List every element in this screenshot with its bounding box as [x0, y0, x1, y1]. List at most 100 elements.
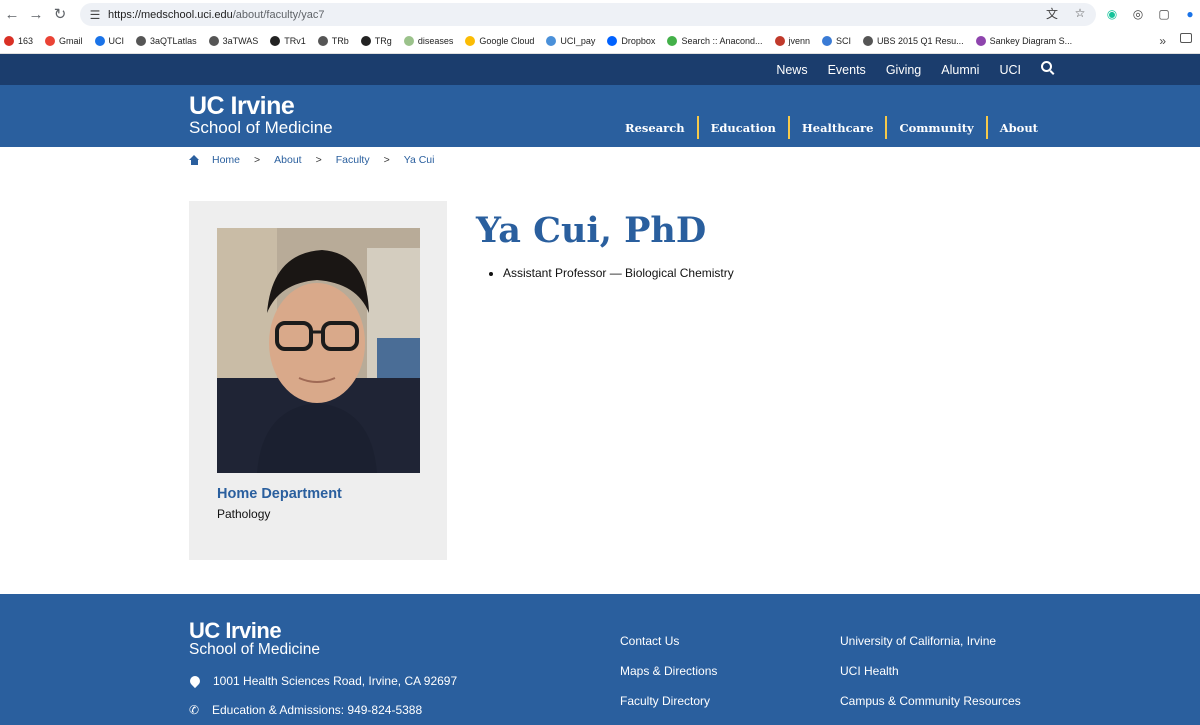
browser-toolbar: ← → ↻ ☰ https://medschool.uci.edu/about/… [0, 0, 1200, 28]
bookmark-label: diseases [417, 35, 454, 46]
top-link-giving[interactable]: Giving [886, 63, 921, 77]
footer-address: 1001 Health Sciences Road, Irvine, CA 92… [187, 673, 457, 689]
url-path: /about/faculty/yac7 [232, 8, 325, 21]
bookmark-item[interactable]: Sankey Diagram S... [975, 35, 1073, 46]
address-bar[interactable]: ☰ https://medschool.uci.edu/about/facult… [80, 3, 1096, 26]
bookmark-label: 163 [18, 35, 34, 46]
faculty-name: Ya Cui, PhD [476, 210, 707, 251]
bookmark-item[interactable]: SCI [822, 35, 852, 46]
folder-icon[interactable] [1180, 33, 1192, 43]
bookmark-favicon-icon [863, 35, 874, 46]
home-department-label: Home Department [217, 486, 342, 502]
url-text[interactable]: https://medschool.uci.edu/about/faculty/… [108, 9, 324, 21]
bookmark-item[interactable]: Dropbox [607, 35, 656, 46]
bookmark-item[interactable]: Search :: Anacond... [667, 35, 763, 46]
top-link-news[interactable]: News [776, 63, 807, 77]
profile-avatar-icon[interactable]: ● [1180, 4, 1200, 24]
address-actions: 文 ☆ [1042, 3, 1090, 23]
breadcrumb-home[interactable]: Home [212, 154, 240, 166]
bookmark-label: UCI [108, 35, 125, 46]
top-link-alumni[interactable]: Alumni [941, 63, 979, 77]
back-arrow-icon[interactable]: ← [0, 2, 24, 26]
bookmark-label: UCI_pay [560, 35, 596, 46]
breadcrumb-faculty[interactable]: Faculty [336, 154, 370, 166]
footer-link-uci-health[interactable]: UCI Health [840, 664, 1021, 694]
main-nav-education[interactable]: Education [699, 121, 788, 135]
bookmark-item[interactable]: jvenn [774, 35, 811, 46]
breadcrumb-about[interactable]: About [274, 154, 301, 166]
bookmark-item[interactable]: TRv1 [270, 35, 306, 46]
breadcrumb-separator: > [254, 154, 261, 166]
bookmark-item[interactable]: UCI_pay [546, 35, 596, 46]
footer-links-col2: University of California, Irvine UCI Heal… [840, 634, 1021, 724]
main-nav-about[interactable]: About [988, 121, 1050, 135]
bookmark-item[interactable]: UBS 2015 Q1 Resu... [863, 35, 964, 46]
bookmark-item[interactable]: UCI [94, 35, 125, 46]
bookmark-favicon-icon [45, 35, 56, 46]
footer-link-campus-community-resources[interactable]: Campus & Community Resources [840, 694, 1021, 724]
bookmark-label: jvenn [788, 35, 811, 46]
bookmark-label: Search :: Anacond... [681, 35, 763, 46]
site-logo[interactable]: UC Irvine School of Medicine [189, 94, 333, 138]
bookmark-item[interactable]: diseases [403, 35, 454, 46]
logo-line2: School of Medicine [189, 118, 333, 137]
footer-phone: ✆ Education & Admissions: 949-824-5388 [189, 703, 422, 717]
bookmark-label: UBS 2015 Q1 Resu... [877, 35, 964, 46]
bookmark-favicon-icon [136, 35, 147, 46]
translate-icon[interactable]: 文 [1042, 3, 1062, 23]
utility-nav: News Events Giving Alumni UCI [0, 54, 1200, 85]
site-settings-icon[interactable]: ☰ [82, 8, 108, 22]
grammarly-icon[interactable]: ◉ [1102, 4, 1122, 24]
map-pin-icon [187, 673, 203, 689]
footer-phone-text[interactable]: Education & Admissions: 949-824-5388 [212, 703, 422, 717]
main-nav-healthcare[interactable]: Healthcare [790, 121, 886, 135]
main-nav-community[interactable]: Community [887, 121, 985, 135]
breadcrumb-current[interactable]: Ya Cui [404, 154, 435, 166]
footer-logo[interactable]: UC Irvine School of Medicine [189, 618, 320, 659]
bookmark-label: SCI [836, 35, 852, 46]
bookmark-favicon-icon [607, 35, 618, 46]
bookmark-item[interactable]: TRb [317, 35, 349, 46]
footer-link-maps-directions[interactable]: Maps & Directions [620, 664, 717, 694]
faculty-title-item: Assistant Professor — Biological Chemist… [503, 266, 734, 280]
bookmark-favicon-icon [774, 35, 785, 46]
breadcrumb-separator: > [315, 154, 322, 166]
main-nav-research[interactable]: Research [613, 121, 697, 135]
bookmark-item[interactable]: 3aQTLatlas [136, 35, 197, 46]
bookmark-item[interactable]: TRg [360, 35, 392, 46]
bookmark-label: 3aTWAS [222, 35, 259, 46]
site-footer: UC Irvine School of Medicine 1001 Health… [0, 594, 1200, 725]
top-link-events[interactable]: Events [828, 63, 866, 77]
home-department-value: Pathology [217, 507, 271, 521]
bookmark-item[interactable]: 3aTWAS [208, 35, 259, 46]
home-icon[interactable] [189, 155, 200, 165]
bookmark-label: TRg [374, 35, 392, 46]
bookmark-item[interactable]: 163 [4, 35, 34, 46]
bookmark-item[interactable]: Google Cloud [465, 35, 534, 46]
bookmark-favicon-icon [360, 35, 371, 46]
reload-icon[interactable]: ↻ [48, 2, 72, 26]
breadcrumb: Home > About > Faculty > Ya Cui [189, 154, 434, 166]
bookmark-star-icon[interactable]: ☆ [1070, 3, 1090, 23]
profile-photo [217, 228, 420, 473]
faculty-titles: Assistant Professor — Biological Chemist… [503, 266, 734, 280]
bookmark-favicon-icon [4, 35, 14, 46]
bookmark-item[interactable]: Gmail [45, 35, 83, 46]
puzzle-icon[interactable]: ▢ [1154, 4, 1174, 24]
forward-arrow-icon[interactable]: → [24, 2, 48, 26]
main-nav: Research Education Healthcare Community Abou… [613, 116, 1050, 139]
bookmark-favicon-icon [546, 35, 557, 46]
bookmark-favicon-icon [270, 35, 281, 46]
footer-link-faculty-directory[interactable]: Faculty Directory [620, 694, 717, 724]
more-bookmarks-icon[interactable]: » [1159, 34, 1166, 48]
footer-link-university-of-california-irvine[interactable]: University of California, Irvine [840, 634, 1021, 664]
bookmark-favicon-icon [94, 35, 105, 46]
bookmark-label: Dropbox [621, 35, 656, 46]
footer-link-contact-us[interactable]: Contact Us [620, 634, 717, 664]
bookmark-favicon-icon [403, 35, 414, 46]
footer-logo-line1: UC Irvine [189, 618, 282, 643]
extension-icon[interactable]: ◎ [1128, 4, 1148, 24]
search-icon[interactable] [1041, 61, 1052, 72]
top-link-uci[interactable]: UCI [999, 63, 1021, 77]
bookmark-label: Sankey Diagram S... [989, 35, 1073, 46]
